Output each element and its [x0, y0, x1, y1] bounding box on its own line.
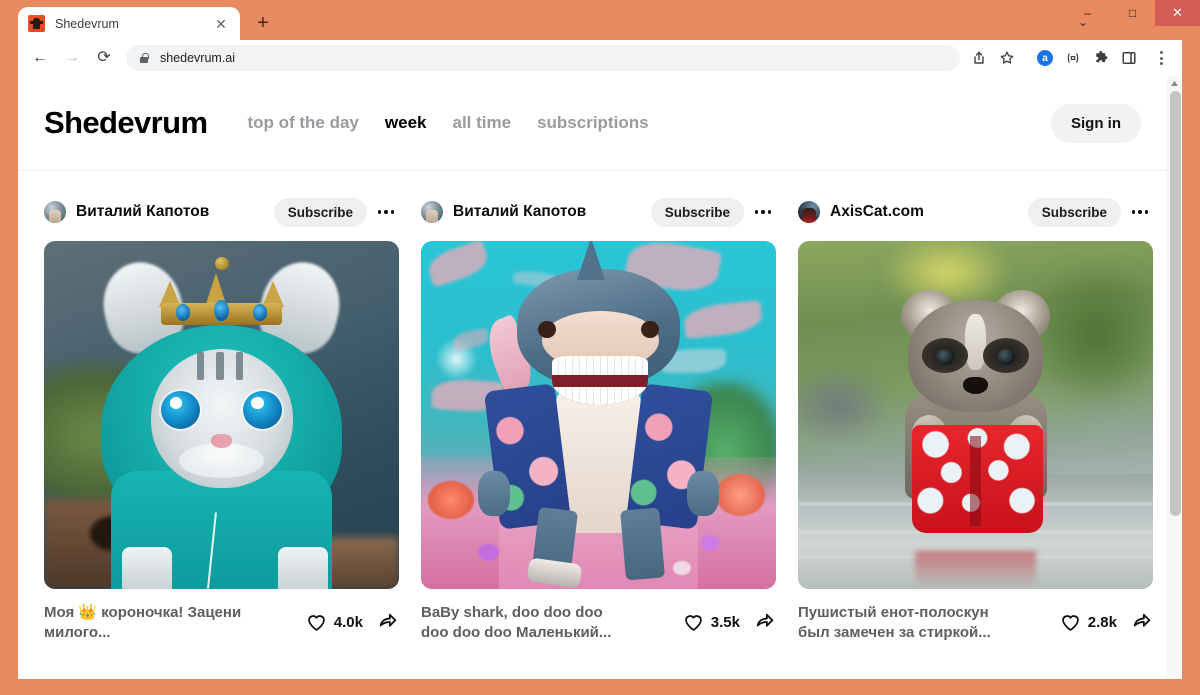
artwork-image[interactable]: [44, 241, 399, 589]
share-arrow-icon: [1133, 613, 1151, 627]
feed-card: AxisCat.com Subscribe Пушистый енот-поло…: [798, 195, 1153, 644]
card-caption[interactable]: Пушистый енот-полоскун был замечен за ст…: [798, 603, 1003, 644]
nav-top-of-the-day[interactable]: top of the day: [247, 113, 358, 133]
three-dot-menu-icon[interactable]: [1148, 45, 1174, 71]
like-button[interactable]: 4.0k: [306, 612, 363, 633]
avatar[interactable]: [44, 201, 66, 223]
window-controls: – □ ✕: [1065, 0, 1200, 26]
minimize-button[interactable]: –: [1065, 0, 1110, 26]
share-arrow-icon: [756, 613, 774, 627]
site-nav: top of the day week all time subscriptio…: [247, 113, 648, 133]
heart-icon: [684, 615, 702, 631]
scrollbar-thumb[interactable]: [1170, 91, 1181, 516]
feed-card: Виталий Капотов Subscribe: [44, 195, 399, 644]
scroll-up-arrow-icon[interactable]: [1167, 76, 1182, 90]
new-tab-button[interactable]: +: [252, 12, 274, 34]
card-footer: BaBy shark, doo doo doo doo doo doo Мале…: [421, 603, 776, 644]
like-button[interactable]: 3.5k: [683, 612, 740, 633]
avatar[interactable]: [798, 201, 820, 223]
site-logo[interactable]: Shedevrum: [44, 105, 208, 141]
close-window-button[interactable]: ✕: [1155, 0, 1200, 26]
like-count: 2.8k: [1087, 614, 1117, 631]
url-text: shedevrum.ai: [160, 51, 236, 65]
like-count: 3.5k: [710, 614, 740, 631]
share-icon[interactable]: [966, 45, 992, 71]
subscribe-button[interactable]: Subscribe: [1027, 197, 1121, 227]
forward-icon[interactable]: →: [58, 44, 86, 72]
artwork-image[interactable]: [421, 241, 776, 589]
card-stats: 2.8k: [1060, 603, 1153, 636]
share-button[interactable]: [377, 609, 399, 636]
author-name[interactable]: Виталий Капотов: [453, 203, 586, 221]
shedevrum-favicon-icon: [28, 15, 45, 32]
page-viewport: Shedevrum top of the day week all time s…: [18, 76, 1182, 679]
subscribe-button[interactable]: Subscribe: [650, 197, 744, 227]
like-button[interactable]: 2.8k: [1060, 612, 1117, 633]
card-caption[interactable]: Моя 👑 короночка! Зацени милого...: [44, 603, 249, 644]
tab-title: Shedevrum: [55, 16, 119, 31]
browser-window: Shedevrum ✕ + ⌄ – □ ✕ ← → ⟳ shedevrum.ai: [0, 0, 1200, 695]
browser-toolbar: ← → ⟳ shedevrum.ai a: [18, 40, 1182, 76]
more-options-icon[interactable]: [373, 199, 399, 225]
address-bar[interactable]: shedevrum.ai: [126, 45, 960, 71]
share-button[interactable]: [754, 609, 776, 636]
card-header: AxisCat.com Subscribe: [798, 195, 1153, 229]
author-name[interactable]: Виталий Капотов: [76, 203, 209, 221]
lock-icon: [138, 52, 150, 64]
bookmark-star-icon[interactable]: [994, 45, 1020, 71]
extensions-puzzle-icon[interactable]: [1088, 45, 1114, 71]
account-avatar-icon[interactable]: a: [1032, 45, 1058, 71]
share-button[interactable]: [1131, 609, 1153, 636]
more-options-icon[interactable]: [750, 199, 776, 225]
heart-icon: [307, 615, 325, 631]
maximize-button[interactable]: □: [1110, 0, 1155, 26]
card-caption[interactable]: BaBy shark, doo doo doo doo doo doo Мале…: [421, 603, 626, 644]
page-scrollbar[interactable]: [1167, 76, 1182, 679]
more-options-icon[interactable]: [1127, 199, 1153, 225]
card-stats: 3.5k: [683, 603, 776, 636]
browser-titlebar: Shedevrum ✕ + ⌄ – □ ✕: [0, 0, 1200, 40]
card-footer: Моя 👑 короночка! Зацени милого... 4.0k: [44, 603, 399, 644]
back-icon[interactable]: ←: [26, 44, 54, 72]
side-panel-icon[interactable]: [1116, 45, 1142, 71]
card-header: Виталий Капотов Subscribe: [421, 195, 776, 229]
avatar[interactable]: [421, 201, 443, 223]
artwork-image[interactable]: [798, 241, 1153, 589]
heart-icon: [1061, 615, 1079, 631]
shedevrum-page: Shedevrum top of the day week all time s…: [18, 76, 1167, 679]
like-count: 4.0k: [333, 614, 363, 631]
account-initial: a: [1037, 50, 1053, 66]
card-stats: 4.0k: [306, 603, 399, 636]
nav-subscriptions[interactable]: subscriptions: [537, 113, 648, 133]
share-arrow-icon: [379, 613, 397, 627]
toolbar-icons: a: [966, 45, 1142, 71]
site-header: Shedevrum top of the day week all time s…: [18, 76, 1167, 171]
feed-card: Виталий Капотов Subscribe: [421, 195, 776, 644]
browser-tab[interactable]: Shedevrum ✕: [18, 7, 240, 40]
feed-grid: Виталий Капотов Subscribe Моя 👑 короночк…: [18, 171, 1167, 644]
close-tab-icon[interactable]: ✕: [212, 15, 230, 33]
nav-all-time[interactable]: all time: [452, 113, 511, 133]
measure-icon[interactable]: [1060, 45, 1086, 71]
nav-week[interactable]: week: [385, 113, 427, 133]
reload-icon[interactable]: ⟳: [90, 44, 118, 72]
card-footer: Пушистый енот-полоскун был замечен за ст…: [798, 603, 1153, 644]
subscribe-button[interactable]: Subscribe: [273, 197, 367, 227]
sign-in-button[interactable]: Sign in: [1051, 103, 1141, 143]
author-name[interactable]: AxisCat.com: [830, 203, 924, 221]
card-header: Виталий Капотов Subscribe: [44, 195, 399, 229]
